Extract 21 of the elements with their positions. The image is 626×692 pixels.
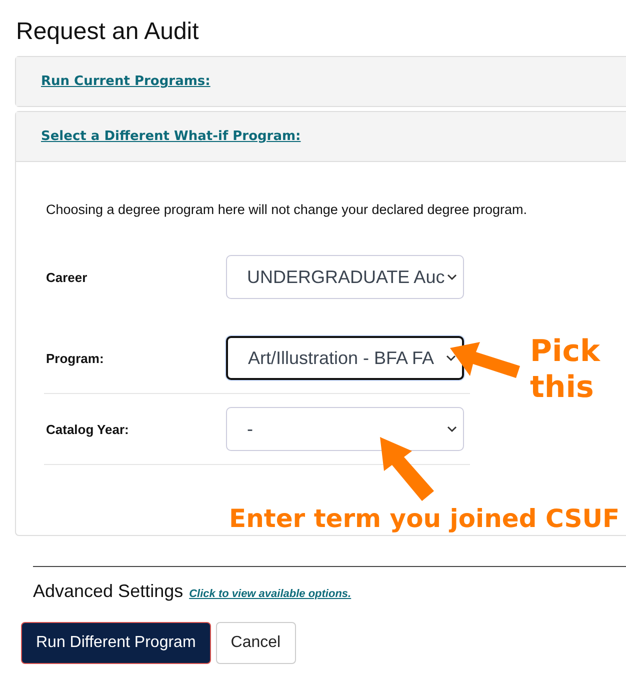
- select-field[interactable]: -: [226, 407, 464, 451]
- chevron-down-icon: [447, 426, 457, 432]
- section-link[interactable]: Select a Different What-if Program:: [41, 129, 301, 144]
- options-link[interactable]: Click to view available options.: [189, 588, 352, 600]
- field-label: Career: [46, 270, 88, 284]
- chevron-down-icon: [446, 354, 456, 362]
- accordion-header[interactable]: Run Current Programs:: [16, 57, 626, 106]
- chevron-down-icon: [447, 274, 457, 280]
- run-button[interactable]: Run Different Program: [21, 622, 211, 664]
- handwritten-annotation: Enter term you joined CSUF: [229, 504, 620, 533]
- select-field[interactable]: UNDERGRADUATE Auc: [226, 255, 464, 299]
- select-field[interactable]: Art/Illustration - BFA FA: [226, 336, 464, 380]
- field-label: Program:: [46, 350, 105, 366]
- section-link[interactable]: Run Current Programs:: [41, 74, 210, 89]
- cancel-button[interactable]: Cancel: [216, 622, 296, 664]
- page-title: Request an Audit: [16, 18, 200, 46]
- section-heading: Advanced Settings: [33, 581, 184, 602]
- handwritten-annotation: Pick this: [530, 334, 600, 406]
- accordion-header[interactable]: Select a Different What-if Program:: [16, 112, 626, 162]
- notice-text: Choosing a degree program here will not change your declared degree program.: [46, 202, 528, 217]
- field-label: Catalog Year:: [46, 422, 130, 436]
